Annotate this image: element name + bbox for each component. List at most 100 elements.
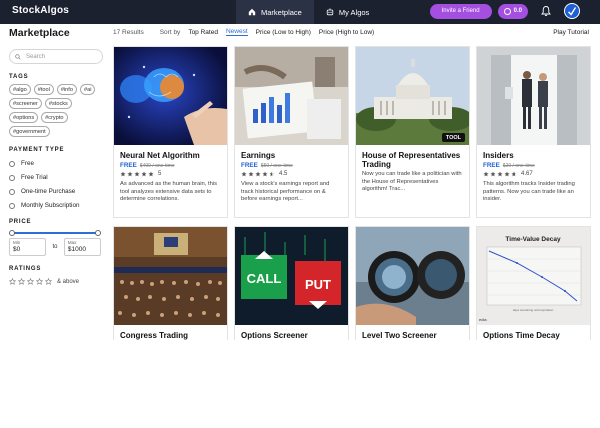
- card-thumbnail: [356, 227, 469, 325]
- tag-chip[interactable]: #screener: [9, 98, 42, 109]
- card-title: Earnings: [241, 151, 276, 160]
- chart-image-footer: edia: [479, 317, 487, 322]
- filter-sidebar: Marketplace Search TAGS #algo #tool #inf…: [0, 24, 110, 340]
- star-filled-icon: [120, 171, 126, 177]
- sort-top-rated[interactable]: Top Rated: [188, 29, 218, 36]
- congress-chamber-photo: [114, 227, 227, 325]
- card-thumbnail: [114, 227, 227, 325]
- algo-card-house-trading[interactable]: TOOL House of Representatives Trading No…: [355, 46, 470, 218]
- free-label: FREE: [483, 162, 500, 169]
- sort-price-high-low[interactable]: Price (High to Low): [319, 29, 374, 36]
- radio-button[interactable]: [9, 174, 15, 181]
- tag-chip[interactable]: #tool: [33, 84, 54, 95]
- card-title: Options Screener: [241, 331, 308, 340]
- tags-heading: TAGS: [9, 74, 29, 80]
- tag-chip[interactable]: #crypto: [41, 112, 68, 123]
- payment-option-monthly[interactable]: Monthly Subscription: [9, 202, 101, 209]
- card-thumbnail: TOOL: [356, 47, 469, 145]
- tag-list: #algo #tool #info #ai #screener #stocks …: [9, 84, 103, 137]
- star-outline-icon[interactable]: [18, 278, 25, 285]
- payment-option-free[interactable]: Free: [9, 160, 101, 167]
- algo-card-options-time-decay[interactable]: Time-Value Decay days remaining until ex…: [476, 226, 591, 340]
- price-to-text: to: [52, 244, 58, 250]
- tab-my-algos[interactable]: My Algos: [314, 0, 381, 24]
- algo-card-level-two-screener[interactable]: Level Two Screener: [355, 226, 470, 340]
- payment-option-free-trial[interactable]: Free Trial: [9, 174, 101, 181]
- rating-value: 4.5: [279, 171, 288, 177]
- radio-button[interactable]: [9, 202, 15, 209]
- original-price: $20 / one-time: [502, 163, 535, 169]
- call-put-illustration: CALL PUT: [235, 227, 348, 325]
- invite-friend-button[interactable]: Invite a Friend: [429, 3, 492, 19]
- sort-bar: 17 Results Sort by Top Rated Newest Pric…: [113, 24, 593, 40]
- radio-label: Monthly Subscription: [21, 202, 80, 209]
- price-range-slider[interactable]: [9, 230, 101, 236]
- algo-card-neural-net[interactable]: Neural Net Algorithm FREE $499 / one-tim…: [113, 46, 228, 218]
- payment-option-one-time[interactable]: One-time Purchase: [9, 188, 101, 195]
- credits-button[interactable]: 0.0: [497, 3, 528, 19]
- slider-max-handle[interactable]: [95, 230, 101, 236]
- card-title: Neural Net Algorithm: [120, 151, 200, 160]
- bell-icon[interactable]: [540, 5, 552, 17]
- star-outline-icon[interactable]: [27, 278, 34, 285]
- sort-price-low-high[interactable]: Price (Low to High): [256, 29, 311, 36]
- tag-chip[interactable]: #algo: [9, 84, 31, 95]
- price-max-field[interactable]: Max $1000: [63, 238, 101, 256]
- card-title: Options Time Decay: [483, 331, 560, 340]
- card-price: FREE $20 / one-time: [483, 162, 584, 169]
- original-price: $499 / one-time: [139, 163, 175, 169]
- avatar[interactable]: [564, 3, 580, 19]
- price-min-value: $0: [13, 246, 21, 253]
- star-filled-icon: [255, 171, 261, 177]
- search-input[interactable]: Search: [9, 49, 103, 64]
- card-price: FREE $50 / one-time: [241, 162, 342, 169]
- star-outline-icon[interactable]: [36, 278, 43, 285]
- ratings-suffix: & above: [57, 278, 80, 285]
- card-body: Insiders FREE $20 / one-time 4.67 This a…: [477, 145, 590, 204]
- card-description: Now you can trade like a politician with…: [362, 171, 462, 192]
- original-price: $50 / one-time: [260, 163, 293, 169]
- tag-chip[interactable]: #stocks: [44, 98, 72, 109]
- tool-badge: TOOL: [441, 133, 465, 142]
- tag-chip[interactable]: #ai: [79, 84, 96, 95]
- price-max-label: Max: [67, 240, 77, 245]
- card-body: Congress Trading: [114, 325, 227, 340]
- radio-button[interactable]: [9, 160, 15, 167]
- free-label: FREE: [120, 162, 137, 169]
- rating-filter[interactable]: & above: [9, 278, 101, 285]
- top-right-actions: Invite a Friend 0.0: [429, 3, 580, 19]
- play-tutorial-link[interactable]: Play Tutorial: [553, 29, 589, 36]
- avatar-logo-icon: [568, 7, 577, 16]
- slider-min-handle[interactable]: [9, 230, 15, 236]
- tag-chip[interactable]: #options: [9, 112, 39, 123]
- binoculars-photo: [356, 227, 469, 325]
- tab-marketplace-label: Marketplace: [261, 7, 302, 17]
- search-icon: [15, 53, 21, 60]
- logo[interactable]: StockAlgos: [12, 5, 69, 16]
- algo-card-options-screener[interactable]: CALL PUT Options Screener: [234, 226, 349, 340]
- star-filled-icon: [483, 171, 489, 177]
- star-filled-icon: [241, 171, 247, 177]
- algo-card-earnings[interactable]: Earnings FREE $50 / one-time 4.5 View a …: [234, 46, 349, 218]
- star-outline-icon[interactable]: [45, 278, 52, 285]
- price-min-field[interactable]: Min $0: [9, 238, 47, 256]
- card-rating: 4.5: [241, 171, 342, 177]
- call-label: CALL: [247, 271, 282, 286]
- app-root: StockAlgos Marketplace My Algos Invite a…: [0, 0, 600, 340]
- free-label: FREE: [241, 162, 258, 169]
- tab-marketplace[interactable]: Marketplace: [236, 0, 314, 24]
- elevator-photo: [477, 47, 590, 145]
- star-filled-icon: [148, 171, 154, 177]
- star-half-icon: [269, 171, 275, 177]
- card-body: Level Two Screener: [356, 325, 469, 340]
- radio-button[interactable]: [9, 188, 15, 195]
- price-inputs: Min $0 to Max $1000: [9, 238, 101, 256]
- card-rating: 5: [120, 171, 221, 177]
- tag-chip[interactable]: #government: [9, 126, 50, 137]
- algo-card-insiders[interactable]: Insiders FREE $20 / one-time 4.67 This a…: [476, 46, 591, 218]
- star-outline-icon[interactable]: [9, 278, 16, 285]
- tag-chip[interactable]: #info: [56, 84, 77, 95]
- algo-card-congress-trading[interactable]: Congress Trading: [113, 226, 228, 340]
- sort-newest[interactable]: Newest: [225, 28, 248, 36]
- payment-type-heading: PAYMENT TYPE: [9, 147, 65, 153]
